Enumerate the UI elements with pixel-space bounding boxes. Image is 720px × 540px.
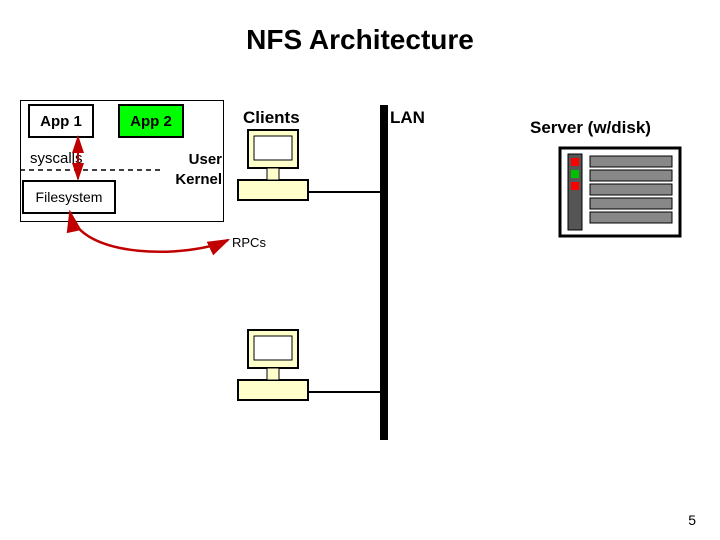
- client-computer-1: [238, 130, 308, 200]
- client-computer-2: [238, 330, 308, 400]
- lan-bus: [380, 105, 388, 440]
- diagram-svg: [0, 0, 720, 540]
- rpcs-arrow: [70, 212, 228, 252]
- server-rack-icon: [560, 148, 680, 236]
